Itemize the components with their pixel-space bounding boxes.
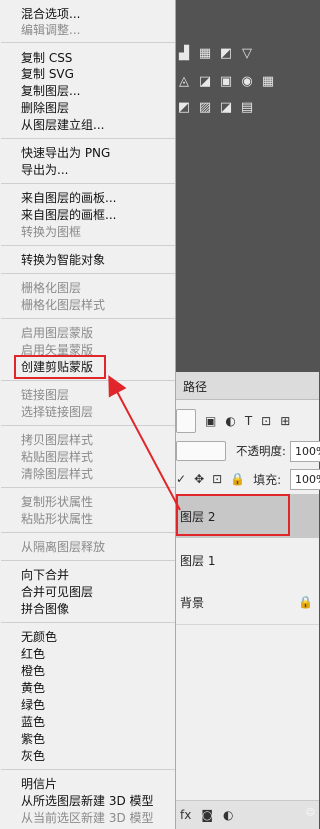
channel-mixer-icon[interactable]: ◉ <box>239 75 255 89</box>
brightness-icon[interactable]: ▟ <box>176 47 192 61</box>
levels-icon[interactable]: ▦ <box>197 47 213 61</box>
mask-icon[interactable]: ◙ <box>201 808 213 822</box>
lock-artboard-icon[interactable]: ⊡ <box>212 472 222 486</box>
menu-item[interactable]: 来自图层的画框... <box>21 207 116 223</box>
menu-separator <box>1 532 175 533</box>
menu-item[interactable]: 合并可见图层 <box>21 584 93 600</box>
gradient-map-icon[interactable]: ▤ <box>239 101 255 115</box>
layer-filter-row: ▣ ◐ T ⊡ ⊞ <box>176 406 319 436</box>
menu-item[interactable]: 复制图层... <box>21 83 80 99</box>
opacity-label: 不透明度: <box>236 444 286 458</box>
menu-separator <box>1 183 175 184</box>
menu-item[interactable]: 橙色 <box>21 663 45 679</box>
posterize-icon[interactable]: ▨ <box>197 101 213 115</box>
blend-mode-select[interactable] <box>176 441 226 461</box>
menu-item[interactable]: 黄色 <box>21 680 45 696</box>
menu-item[interactable]: 混合选项... <box>21 6 80 22</box>
menu-item[interactable]: 从所选图层新建 3D 模型 <box>21 793 154 809</box>
menu-item[interactable]: 拼合图像 <box>21 601 69 617</box>
menu-item[interactable]: 灰色 <box>21 748 45 764</box>
layer-context-menu: 混合选项... 编辑调整... 复制 CSS 复制 SVG 复制图层... 删除… <box>0 0 176 829</box>
menu-item: 栅格化图层 <box>21 281 82 295</box>
adjustment-icons-row-3: ◩ ▨ ◪ ▤ <box>176 98 255 118</box>
menu-item[interactable]: 删除图层 <box>21 100 69 116</box>
menu-item[interactable]: 蓝色 <box>21 714 45 730</box>
menu-item: 从隔离图层释放 <box>21 540 106 554</box>
filter-kind-select[interactable] <box>176 409 196 433</box>
exposure-icon[interactable]: ◩ <box>218 47 234 61</box>
menu-item[interactable]: 复制 CSS <box>21 50 72 66</box>
fx-icon[interactable]: fx <box>180 808 191 822</box>
adjustment-icons-row-1: ▟ ▦ ◩ ▽ <box>176 44 255 64</box>
menu-item: 启用图层蒙版 <box>21 326 94 340</box>
menu-item: 从当前选区新建 3D 模型 <box>21 811 154 825</box>
color-balance-icon[interactable]: ◪ <box>197 75 213 89</box>
menu-item: 编辑调整... <box>21 23 81 37</box>
adjustment-layer-icon[interactable]: ◐ <box>223 808 233 822</box>
menu-item: 拷贝图层样式 <box>21 433 94 447</box>
tab-paths[interactable]: 路径 <box>183 378 207 395</box>
layer-row-1[interactable]: 图层 1 <box>176 538 319 583</box>
menu-item[interactable]: 红色 <box>21 646 45 662</box>
menu-item: 粘贴形状属性 <box>21 512 94 526</box>
menu-separator <box>1 560 175 561</box>
menu-item[interactable]: 快速导出为 PNG <box>21 145 110 161</box>
layer-name: 图层 1 <box>180 553 216 568</box>
menu-item: 启用矢量蒙版 <box>21 343 94 357</box>
menu-item[interactable]: 转换为智能对象 <box>21 252 105 268</box>
menu-item: 粘贴图层样式 <box>21 450 94 464</box>
menu-separator <box>1 318 175 319</box>
color-lookup-icon[interactable]: ▦ <box>260 75 276 89</box>
smart-object-filter-icon[interactable]: ⊞ <box>280 414 290 428</box>
menu-item[interactable]: 导出为... <box>21 162 68 178</box>
adjustment-icons-row-2: ◬ ◪ ▣ ◉ ▦ <box>176 72 276 92</box>
menu-item: 清除图层样式 <box>21 467 94 481</box>
vibrance-icon[interactable]: ▽ <box>239 47 255 61</box>
menu-item-create-clipping-mask[interactable]: 创建剪贴蒙版 <box>21 359 93 375</box>
menu-item[interactable]: 绿色 <box>21 697 45 713</box>
menu-separator <box>1 273 175 274</box>
photo-filter-icon[interactable]: ▣ <box>218 75 234 89</box>
menu-separator <box>1 245 175 246</box>
layer-row-background[interactable]: 背景 🔒 <box>176 580 319 625</box>
menu-separator <box>1 425 175 426</box>
menu-item[interactable]: 向下合并 <box>21 567 69 583</box>
menu-item[interactable]: 来自图层的画板... <box>21 190 116 206</box>
lock-pixels-icon[interactable]: ✓ <box>176 472 186 486</box>
menu-item: 复制形状属性 <box>21 495 94 509</box>
menu-item[interactable]: 明信片 <box>21 776 57 792</box>
invert-icon[interactable]: ◩ <box>176 101 192 115</box>
menu-item: 栅格化图层样式 <box>21 298 106 312</box>
type-filter-icon[interactable]: T <box>245 414 252 428</box>
menu-item: 选择链接图层 <box>21 405 94 419</box>
lock-all-icon[interactable]: 🔒 <box>230 472 245 486</box>
menu-item[interactable]: 无颜色 <box>21 629 57 645</box>
shape-filter-icon[interactable]: ⊡ <box>261 414 271 428</box>
menu-separator <box>1 42 175 43</box>
fill-field[interactable]: 100% <box>290 469 320 490</box>
layers-bottom-bar: fx ◙ ◐ <box>176 800 319 829</box>
layer-name: 背景 <box>180 595 205 610</box>
fill-label: 填充: <box>253 472 282 487</box>
menu-item: 链接图层 <box>21 388 70 402</box>
image-filter-icon[interactable]: ▣ <box>205 414 216 428</box>
menu-separator <box>1 138 175 139</box>
watermark: ☺ <box>305 808 315 818</box>
lock-position-icon[interactable]: ✥ <box>194 472 204 486</box>
menu-item[interactable]: 复制 SVG <box>21 66 74 82</box>
layer-name: 图层 2 <box>180 509 216 524</box>
menu-item: 转换为图框 <box>21 225 82 239</box>
menu-separator <box>1 769 175 770</box>
menu-separator <box>1 380 175 381</box>
opacity-field[interactable]: 100% <box>290 441 320 462</box>
menu-separator <box>1 622 175 623</box>
menu-item[interactable]: 紫色 <box>21 731 45 747</box>
menu-item[interactable]: 从图层建立组... <box>21 117 104 133</box>
adjustment-filter-icon[interactable]: ◐ <box>225 414 235 428</box>
hue-icon[interactable]: ◬ <box>176 75 192 89</box>
menu-separator <box>1 487 175 488</box>
lock-icon: 🔒 <box>298 595 313 609</box>
threshold-icon[interactable]: ◪ <box>218 101 234 115</box>
layer-row-2[interactable]: 图层 2 <box>176 494 319 539</box>
